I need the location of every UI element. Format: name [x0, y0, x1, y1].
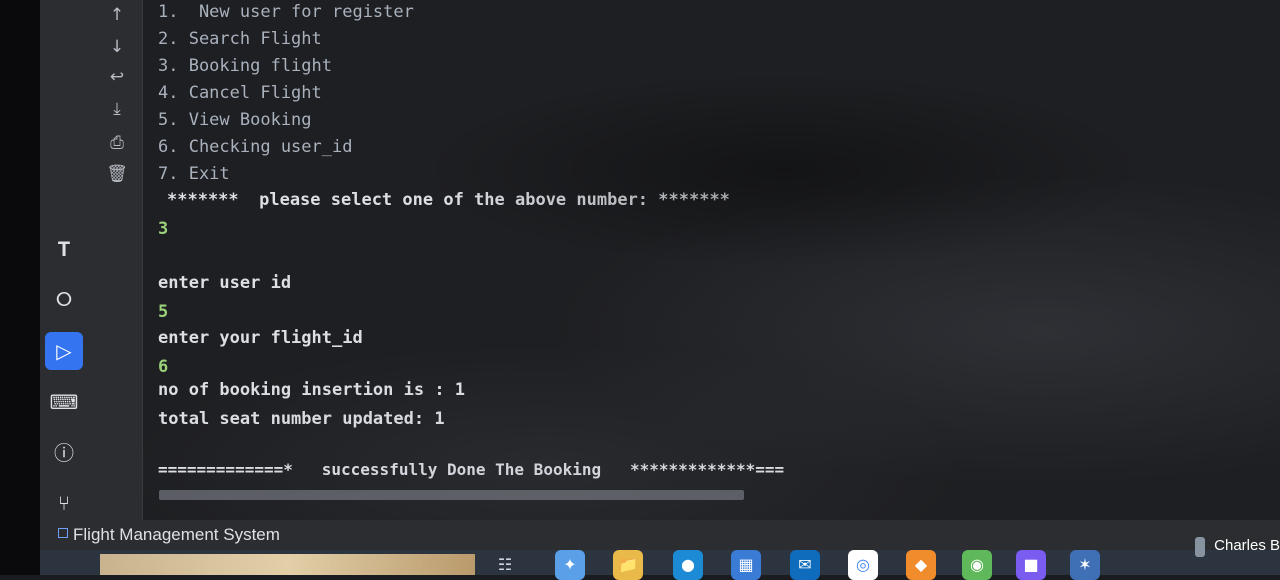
google-icon[interactable]: ◎	[848, 550, 878, 580]
status-bar: Flight Management System	[40, 520, 1280, 550]
wps-icon[interactable]: ◆	[906, 550, 936, 580]
menu-item: 3. Booking flight	[158, 56, 332, 76]
run-console[interactable]: 1. New user for register 2. Search Fligh…	[143, 0, 1280, 520]
services-icon[interactable]: ⭘	[45, 280, 83, 318]
monitor-bezel	[0, 0, 40, 575]
taskbar: ☷ ✦ 📁 ● ▦ ✉ ◎ ◆ ◉ ■ ✶ Charles B	[40, 537, 1280, 580]
scroll-to-end-icon[interactable]: ⤓	[106, 98, 128, 120]
sql-tool-icon[interactable]: ✶	[1070, 550, 1100, 580]
git-icon[interactable]: ⑂	[45, 484, 83, 522]
horizontal-scrollbar[interactable]	[159, 490, 744, 500]
up-arrow-icon[interactable]: ↑	[106, 4, 128, 26]
user-avatar	[1195, 537, 1205, 557]
user-input-choice: 3	[158, 219, 169, 239]
chrome-icon[interactable]: ◉	[962, 550, 992, 580]
build-icon[interactable]: 𝐓	[45, 230, 83, 268]
file-explorer-icon[interactable]: 📁	[613, 550, 643, 580]
run-icon[interactable]: ▷	[45, 332, 83, 370]
tool-window-bar: 𝐓 ⭘ ▷ ⌨ ⓘ ⑂	[40, 0, 93, 520]
menu-item: 4. Cancel Flight	[158, 83, 322, 103]
menu-item: 6. Checking user_id	[158, 137, 353, 157]
problems-icon[interactable]: ⓘ	[45, 434, 83, 472]
seat-updated-output: total seat number updated: 1	[158, 409, 445, 429]
user-name: Charles B	[1214, 537, 1280, 554]
screen-glare	[143, 0, 1280, 520]
task-view-icon[interactable]: ☷	[490, 550, 520, 580]
success-message: =============* successfully Done The Boo…	[158, 460, 785, 479]
print-icon[interactable]: ⎙	[106, 132, 128, 154]
menu-item: 2. Search Flight	[158, 29, 322, 49]
soft-wrap-icon[interactable]: ↩	[106, 66, 128, 88]
menu-item: 7. Exit	[158, 164, 230, 184]
down-arrow-icon[interactable]: ↓	[106, 36, 128, 58]
project-breadcrumb[interactable]: Flight Management System	[58, 525, 280, 545]
taskbar-preview-image	[100, 554, 475, 575]
edge-icon[interactable]: ●	[673, 550, 703, 580]
booking-insertion-output: no of booking insertion is : 1	[158, 380, 466, 400]
prompt-flight-id: enter your flight_id	[158, 328, 363, 348]
copilot-icon[interactable]: ✦	[555, 550, 585, 580]
prompt-user-id: enter user id	[158, 273, 292, 293]
console-toolbar: ↑ ↓ ↩ ⤓ ⎙ 🗑	[92, 0, 143, 520]
store-icon[interactable]: ▦	[731, 550, 761, 580]
project-name: Flight Management System	[73, 525, 280, 544]
user-input-flight-id: 6	[158, 357, 169, 377]
outlook-icon[interactable]: ✉	[790, 550, 820, 580]
user-input-user-id: 5	[158, 302, 169, 322]
select-prompt: ******* please select one of the above n…	[167, 190, 730, 210]
trash-icon[interactable]: 🗑	[106, 163, 128, 185]
module-icon	[58, 528, 68, 538]
intellij-icon[interactable]: ■	[1016, 550, 1046, 580]
menu-item: 5. View Booking	[158, 110, 312, 130]
terminal-icon[interactable]: ⌨	[45, 383, 83, 421]
menu-item: 1. New user for register	[158, 2, 414, 22]
